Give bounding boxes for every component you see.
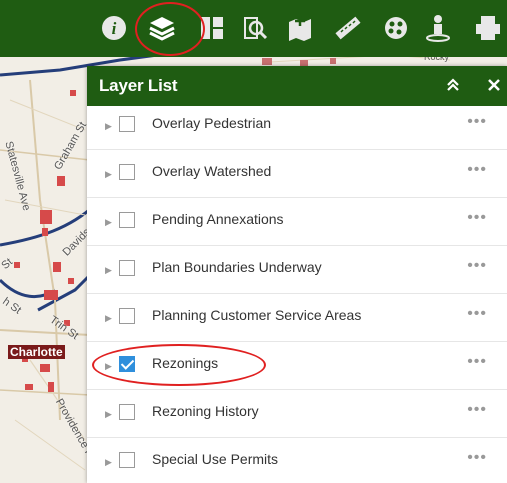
- expand-arrow-icon[interactable]: ▶: [105, 262, 115, 278]
- panel-header: Layer List: [87, 66, 507, 106]
- city-label-charlotte: Charlotte: [8, 345, 65, 359]
- expand-arrow-icon[interactable]: ▶: [105, 358, 115, 374]
- layer-checkbox[interactable]: [119, 116, 135, 132]
- layer-checkbox[interactable]: [119, 212, 135, 228]
- expand-arrow-icon[interactable]: ▶: [105, 454, 115, 470]
- measure-icon[interactable]: [330, 10, 366, 46]
- print-icon[interactable]: [470, 10, 506, 46]
- layer-label[interactable]: Special Use Permits: [152, 451, 278, 467]
- more-options-icon[interactable]: •••: [467, 305, 487, 323]
- layer-item-overlay-pedestrian[interactable]: ▶ Overlay Pedestrian •••: [87, 102, 507, 150]
- expand-arrow-icon[interactable]: ▶: [105, 310, 115, 326]
- map-toolbar: i: [0, 0, 507, 57]
- layer-item-plan-boundaries-underway[interactable]: ▶ Plan Boundaries Underway •••: [87, 246, 507, 294]
- more-options-icon[interactable]: •••: [467, 257, 487, 275]
- layer-checkbox[interactable]: [119, 452, 135, 468]
- info-icon[interactable]: i: [96, 10, 132, 46]
- double-chevron-up-icon[interactable]: [442, 74, 464, 96]
- expand-arrow-icon[interactable]: ▶: [105, 406, 115, 422]
- more-options-icon[interactable]: •••: [467, 113, 487, 131]
- close-icon[interactable]: [483, 74, 505, 96]
- layer-label[interactable]: Overlay Watershed: [152, 163, 271, 179]
- layers-icon[interactable]: [144, 10, 180, 46]
- basemap-gallery-icon[interactable]: [194, 10, 230, 46]
- layer-list-panel: Layer List ▶ Overlay Pedestrian ••• ▶ Ov…: [87, 66, 507, 483]
- layer-label[interactable]: Rezoning History: [152, 403, 259, 419]
- layer-item-special-use-permits[interactable]: ▶ Special Use Permits •••: [87, 438, 507, 483]
- layer-label[interactable]: Planning Customer Service Areas: [152, 307, 361, 323]
- directions-icon[interactable]: [420, 10, 456, 46]
- map-add-icon[interactable]: [282, 10, 318, 46]
- expand-arrow-icon[interactable]: ▶: [105, 166, 115, 182]
- layer-label[interactable]: Plan Boundaries Underway: [152, 259, 322, 275]
- layer-item-rezonings[interactable]: ▶ Rezonings •••: [87, 342, 507, 390]
- expand-arrow-icon[interactable]: ▶: [105, 118, 115, 134]
- more-options-icon[interactable]: •••: [467, 449, 487, 467]
- expand-arrow-icon[interactable]: ▶: [105, 214, 115, 230]
- layer-item-overlay-watershed[interactable]: ▶ Overlay Watershed •••: [87, 150, 507, 198]
- layer-item-planning-customer-service-areas[interactable]: ▶ Planning Customer Service Areas •••: [87, 294, 507, 342]
- more-options-icon[interactable]: •••: [467, 209, 487, 227]
- more-options-icon[interactable]: •••: [467, 401, 487, 419]
- layer-checkbox[interactable]: [119, 260, 135, 276]
- more-options-icon[interactable]: •••: [467, 353, 487, 371]
- zoom-search-icon[interactable]: [236, 10, 272, 46]
- layer-checkbox[interactable]: [119, 164, 135, 180]
- svg-text:i: i: [112, 19, 117, 38]
- layer-checkbox[interactable]: [119, 308, 135, 324]
- layer-item-rezoning-history[interactable]: ▶ Rezoning History •••: [87, 390, 507, 438]
- more-options-icon[interactable]: •••: [467, 161, 487, 179]
- draw-icon[interactable]: [378, 10, 414, 46]
- layer-item-pending-annexations[interactable]: ▶ Pending Annexations •••: [87, 198, 507, 246]
- panel-title: Layer List: [99, 76, 178, 95]
- layer-checkbox[interactable]: [119, 404, 135, 420]
- layer-label[interactable]: Pending Annexations: [152, 211, 284, 227]
- layer-label[interactable]: Overlay Pedestrian: [152, 115, 271, 131]
- layer-checkbox-checked[interactable]: [119, 356, 135, 372]
- layer-label[interactable]: Rezonings: [152, 355, 218, 371]
